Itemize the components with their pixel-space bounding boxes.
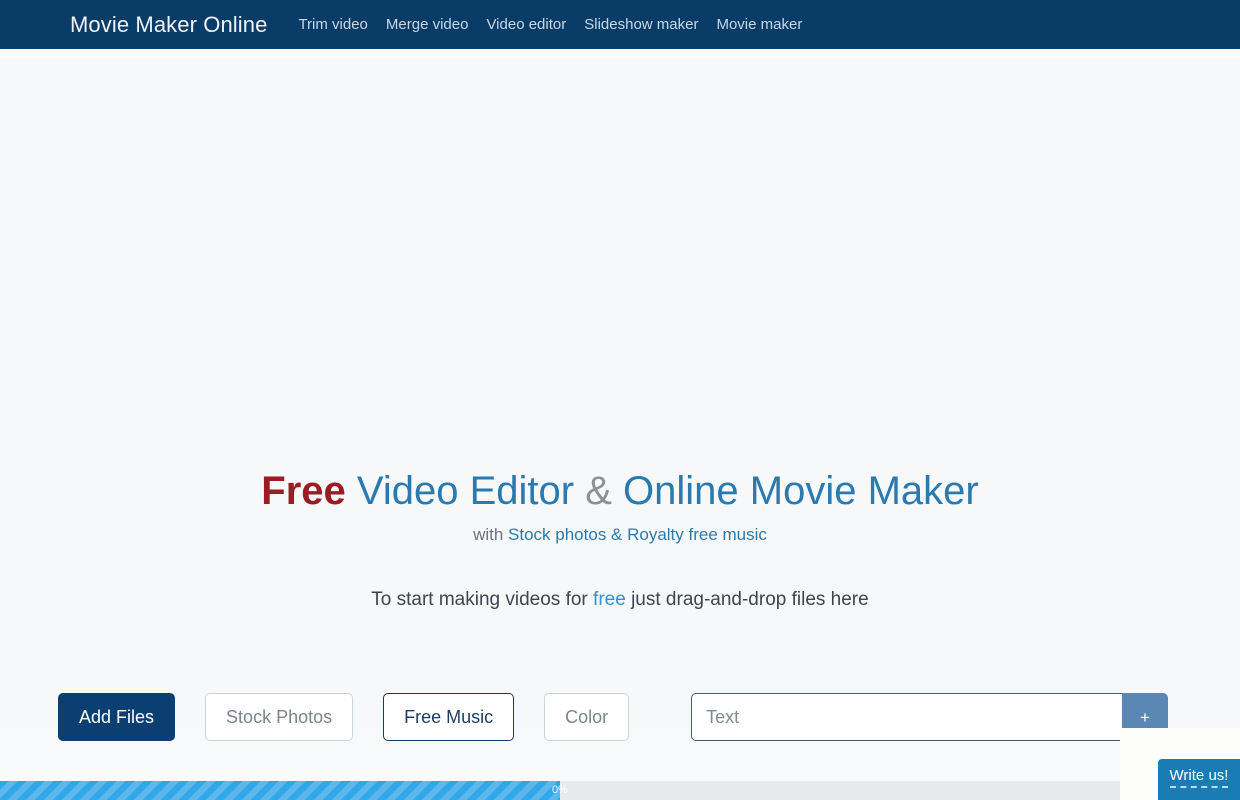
- subtitle-prefix: with: [473, 524, 509, 544]
- top-navigation-bar: Movie Maker Online Trim video Merge vide…: [0, 0, 1240, 49]
- page-title: Free Video Editor & Online Movie Maker: [0, 469, 1240, 514]
- stage-top-divider: [0, 49, 1240, 59]
- action-toolbar: Add Files Stock Photos Free Music Color …: [0, 693, 1240, 741]
- hero-block: Free Video Editor & Online Movie Maker w…: [0, 469, 1240, 613]
- stock-photos-button[interactable]: Stock Photos: [205, 693, 354, 741]
- nav-item-video-editor[interactable]: Video editor: [477, 11, 575, 38]
- brand-logo-link[interactable]: Movie Maker Online: [70, 13, 267, 36]
- write-us-label: Write us!: [1169, 768, 1229, 788]
- headline-ampersand: &: [585, 469, 612, 513]
- headline-online-movie-maker: Online Movie Maker: [611, 469, 979, 513]
- drop-instruction-before: To start making videos for: [371, 588, 594, 610]
- page-subtitle: with Stock photos & Royalty free music: [0, 524, 1240, 546]
- nav-item-merge-video[interactable]: Merge video: [377, 11, 478, 38]
- subtitle-stock-music-link[interactable]: Stock photos & Royalty free music: [508, 525, 767, 544]
- nav-item-movie-maker[interactable]: Movie maker: [707, 11, 811, 38]
- headline-video-editor: Video Editor: [345, 469, 586, 513]
- nav-item-slideshow-maker[interactable]: Slideshow maker: [575, 11, 707, 38]
- nav-links-group: Trim video Merge video Video editor Slid…: [289, 11, 811, 38]
- text-input-group: +: [691, 693, 1168, 741]
- text-input[interactable]: [691, 693, 1122, 741]
- drop-instruction-text: To start making videos for free just dra…: [0, 588, 1240, 613]
- free-music-button[interactable]: Free Music: [383, 693, 515, 741]
- drop-instruction-free: free: [593, 588, 626, 610]
- upload-progress-bar: 0%: [0, 781, 1120, 800]
- chat-widget-panel: Write us!: [1120, 728, 1240, 800]
- editor-drop-stage[interactable]: Free Video Editor & Online Movie Maker w…: [0, 49, 1240, 741]
- add-files-button[interactable]: Add Files: [58, 693, 176, 741]
- write-us-chat-button[interactable]: Write us!: [1158, 759, 1240, 800]
- headline-free-word: Free: [261, 469, 346, 513]
- color-button[interactable]: Color: [544, 693, 630, 741]
- nav-item-trim-video[interactable]: Trim video: [289, 11, 376, 38]
- upload-progress-label: 0%: [552, 784, 568, 796]
- drop-instruction-after: just drag-and-drop files here: [625, 588, 869, 610]
